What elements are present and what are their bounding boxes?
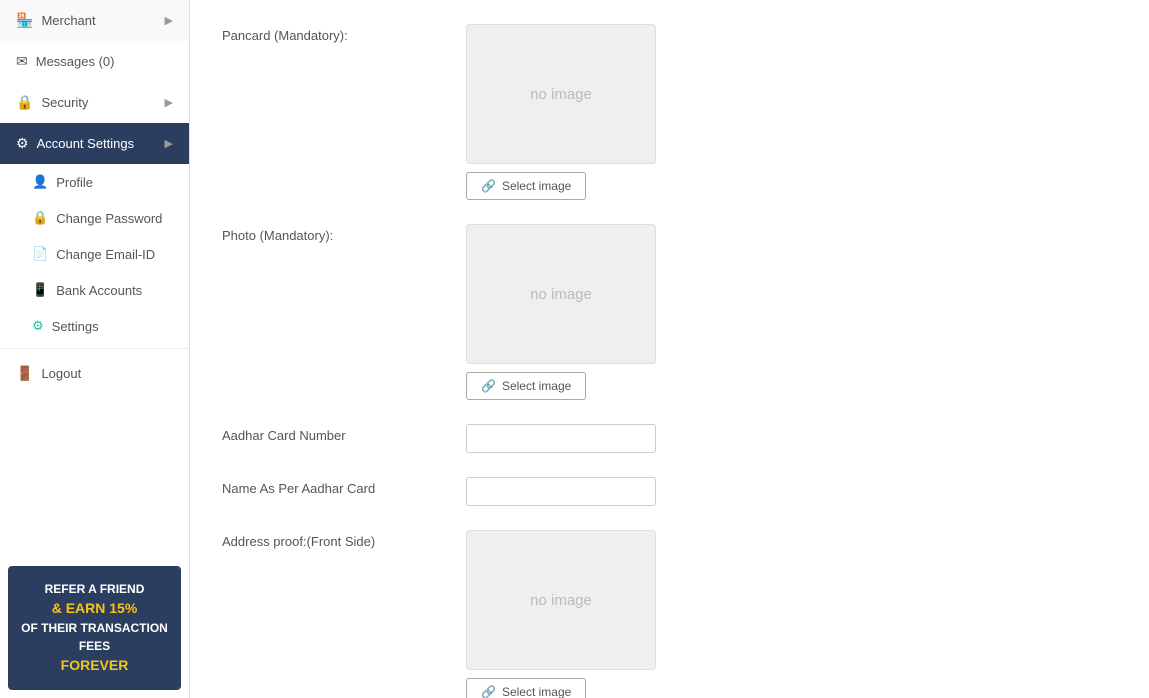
address-proof-no-image-text: no image [530,592,592,609]
address-proof-label: Address proof:(Front Side) [222,530,442,549]
merchant-icon: 🏪 [16,12,33,29]
pancard-label: Pancard (Mandatory): [222,24,442,43]
refer-banner: REFER A FRIEND & EARN 15% OF THEIR TRANS… [8,566,181,690]
sidebar-sub-item-settings[interactable]: ⚙ Settings [0,308,189,344]
pancard-row: Pancard (Mandatory): no image 🔗 Select i… [222,24,1117,200]
lock-icon: 🔒 [32,210,48,226]
sidebar-sub-item-label: Settings [52,319,99,334]
user-icon: 👤 [32,174,48,190]
select-image-label: Select image [502,685,571,698]
sidebar: 🏪 Merchant ▶ ✉ Messages (0) 🔒 Security ▶… [0,0,190,698]
chevron-right-icon: ▶ [165,14,173,27]
sidebar-sub-item-bank-accounts[interactable]: 📱 Bank Accounts [0,272,189,308]
photo-control: no image 🔗 Select image [466,224,656,400]
aadhar-name-control [466,477,656,506]
refer-line2: & EARN 15% [18,598,171,619]
address-proof-image-box: no image [466,530,656,670]
aadhar-name-input[interactable] [466,477,656,506]
sidebar-item-merchant[interactable]: 🏪 Merchant ▶ [0,0,189,41]
pancard-no-image-text: no image [530,86,592,103]
sidebar-item-security[interactable]: 🔒 Security ▶ [0,82,189,123]
messages-icon: ✉ [16,53,28,70]
aadhar-name-label: Name As Per Aadhar Card [222,477,442,496]
bank-icon: 📱 [32,282,48,298]
sidebar-sub-item-profile[interactable]: 👤 Profile [0,164,189,200]
sidebar-item-account-settings[interactable]: ⚙ Account Settings ▶ [0,123,189,164]
email-icon: 📄 [32,246,48,262]
settings-icon: ⚙ [32,318,44,334]
logout-icon: 🚪 [16,365,33,382]
photo-select-image-button[interactable]: 🔗 Select image [466,372,586,400]
aadhar-number-row: Aadhar Card Number [222,424,1117,453]
sidebar-sub-item-change-password[interactable]: 🔒 Change Password [0,200,189,236]
address-proof-row: Address proof:(Front Side) no image 🔗 Se… [222,530,1117,698]
photo-image-box: no image [466,224,656,364]
select-image-label: Select image [502,379,571,393]
pancard-select-image-button[interactable]: 🔗 Select image [466,172,586,200]
sidebar-sub-item-label: Change Password [56,211,162,226]
pancard-control: no image 🔗 Select image [466,24,656,200]
refer-line4: FOREVER [18,655,171,676]
aadhar-number-input[interactable] [466,424,656,453]
sidebar-item-label: Security [41,95,88,110]
lock-icon: 🔒 [16,94,33,111]
aadhar-number-control [466,424,656,453]
select-image-label: Select image [502,179,571,193]
address-proof-select-image-button[interactable]: 🔗 Select image [466,678,586,698]
photo-row: Photo (Mandatory): no image 🔗 Select ima… [222,224,1117,400]
sidebar-divider [0,348,189,349]
chevron-right-icon: ▶ [165,137,173,150]
sidebar-item-label: Logout [41,366,81,381]
aadhar-number-label: Aadhar Card Number [222,424,442,443]
link-icon: 🔗 [481,379,496,393]
link-icon: 🔗 [481,179,496,193]
gear-icon: ⚙ [16,135,29,152]
address-proof-control: no image 🔗 Select image [466,530,656,698]
main-content: Pancard (Mandatory): no image 🔗 Select i… [190,0,1149,698]
sidebar-item-messages[interactable]: ✉ Messages (0) [0,41,189,82]
sidebar-item-label: Merchant [41,13,95,28]
sidebar-item-label: Messages (0) [36,54,115,69]
sidebar-sub-item-label: Change Email-ID [56,247,155,262]
refer-line1: REFER A FRIEND [18,580,171,598]
sidebar-sub-item-change-email[interactable]: 📄 Change Email-ID [0,236,189,272]
sidebar-item-logout[interactable]: 🚪 Logout [0,353,189,394]
photo-no-image-text: no image [530,286,592,303]
sidebar-item-label: Account Settings [37,136,135,151]
aadhar-name-row: Name As Per Aadhar Card [222,477,1117,506]
refer-line3: OF THEIR TRANSACTION FEES [18,619,171,655]
sidebar-sub-item-label: Bank Accounts [56,283,142,298]
sidebar-sub-item-label: Profile [56,175,93,190]
photo-label: Photo (Mandatory): [222,224,442,243]
chevron-right-icon: ▶ [165,96,173,109]
link-icon: 🔗 [481,685,496,698]
pancard-image-box: no image [466,24,656,164]
